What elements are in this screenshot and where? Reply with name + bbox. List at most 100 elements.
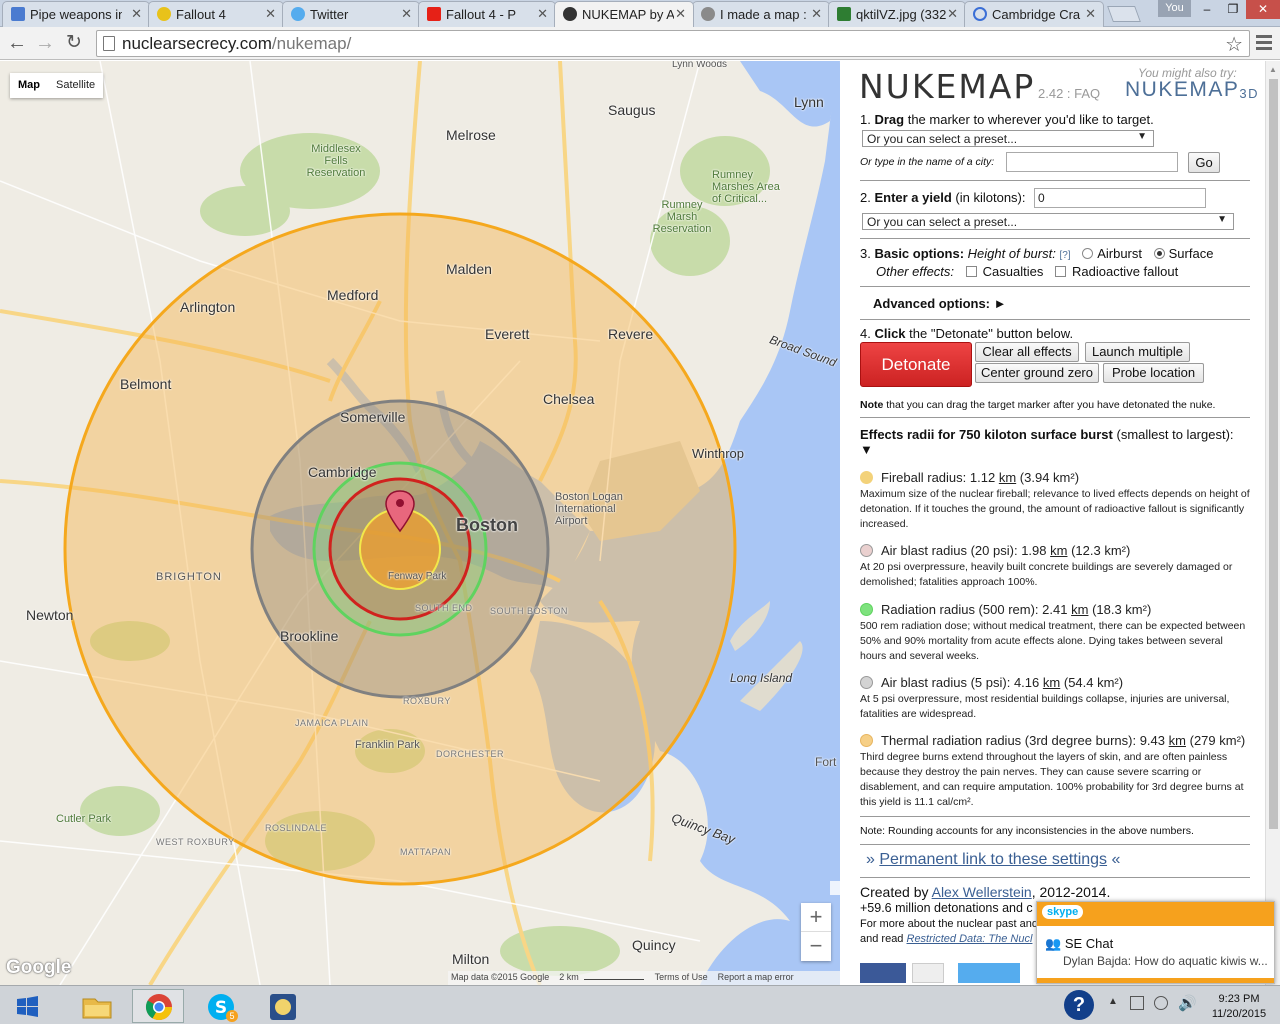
terms-link[interactable]: Terms of Use <box>655 972 708 982</box>
help-link[interactable]: [?] <box>1059 250 1070 261</box>
close-tab-icon[interactable]: ✕ <box>131 6 142 22</box>
address-bar[interactable]: nuclearsecrecy.com/nukemap/ ☆ <box>96 30 1250 57</box>
city-input[interactable] <box>1006 152 1178 172</box>
tab-nukemap[interactable]: NUKEMAP by A ✕ <box>554 1 694 27</box>
skype-header: skype <box>1037 902 1274 926</box>
start-button[interactable] <box>4 989 48 1023</box>
nukemap3d-link[interactable]: NUKEMAP3D <box>1125 78 1259 102</box>
street-view-icon[interactable] <box>830 881 840 895</box>
effect-airblast-5psi: Air blast radius (5 psi): 4.16 km (54.4 … <box>860 675 1230 720</box>
tab-image[interactable]: qktilVZ.jpg (332 ✕ <box>828 1 966 27</box>
close-tab-icon[interactable]: ✕ <box>1085 6 1096 22</box>
minimize-button[interactable]: – <box>1194 0 1220 19</box>
new-tab-button[interactable] <box>1107 6 1141 22</box>
zoom-out-button[interactable]: − <box>801 932 831 961</box>
map-label-brighton: BRIGHTON <box>156 571 222 583</box>
yield-input[interactable]: 0 <box>1034 188 1206 208</box>
map-label-milton: Milton <box>452 951 490 967</box>
map-label-middlesex: Middlesex Fells Reservation <box>306 143 366 179</box>
network-icon[interactable] <box>1130 996 1144 1010</box>
tab-twitter[interactable]: Twitter ✕ <box>282 1 420 27</box>
map-label-melrose: Melrose <box>446 127 496 143</box>
chrome-icon[interactable] <box>132 989 184 1023</box>
wiki-icon <box>11 7 25 21</box>
chrome-menu-icon[interactable] <box>1256 32 1272 52</box>
launch-multiple-button[interactable]: Launch multiple <box>1085 342 1190 362</box>
tray-expand-icon[interactable]: ▲ <box>1108 996 1118 1007</box>
tweet-button[interactable] <box>958 963 1020 983</box>
probe-location-button[interactable]: Probe location <box>1103 363 1204 383</box>
tab-pipe-weapons[interactable]: Pipe weapons in ✕ <box>2 1 150 27</box>
close-tab-icon[interactable]: ✕ <box>537 6 548 22</box>
maximize-button[interactable]: ❐ <box>1220 0 1246 19</box>
skype-notification[interactable]: skype 👥 SE Chat Dylan Bajda: How do aqua… <box>1036 901 1275 984</box>
airburst-radio[interactable] <box>1082 248 1094 259</box>
map-label-west-roxbury: WEST ROXBURY <box>156 837 235 847</box>
close-tab-icon[interactable]: ✕ <box>265 6 276 22</box>
map-label-south-end: SOUTH END <box>415 603 473 613</box>
page-scrollbar[interactable]: ▲ <box>1265 61 1280 985</box>
blog-link[interactable]: Restricted Data: The Nucl <box>907 933 1033 945</box>
bookmark-star-icon[interactable]: ☆ <box>1225 32 1243 57</box>
fallout-checkbox[interactable] <box>1055 266 1066 277</box>
skype-taskbar-icon[interactable]: S 5 <box>194 989 246 1023</box>
zoom-in-button[interactable]: + <box>801 903 831 932</box>
system-clock[interactable]: 9:23 PM 11/20/2015 <box>1200 992 1278 1022</box>
map-label-long-island: Long Island <box>730 671 793 685</box>
author-link[interactable]: Alex Wellerstein <box>932 884 1032 900</box>
image-icon <box>837 7 851 21</box>
tab-cambridge[interactable]: Cambridge Cra ✕ <box>964 1 1104 27</box>
map-canvas[interactable]: Melrose Saugus Lynn Lynn Woods Middlesex… <box>0 61 840 985</box>
surface-radio[interactable] <box>1153 248 1165 259</box>
scroll-up-icon[interactable]: ▲ <box>1269 65 1277 74</box>
profile-button[interactable]: You <box>1158 0 1191 17</box>
yield-preset-select[interactable]: Or you can select a preset... ▼ <box>862 213 1234 230</box>
casualties-checkbox[interactable] <box>965 266 977 277</box>
step4-heading: 4. Click the "Detonate" button below. <box>860 326 1074 341</box>
close-tab-icon[interactable]: ✕ <box>675 6 686 22</box>
google-logo: Google <box>6 957 72 978</box>
center-ground-zero-button[interactable]: Center ground zero <box>975 363 1099 383</box>
map-label-logan: Boston Logan International Airport <box>555 491 623 527</box>
go-button[interactable]: Go <box>1188 152 1220 173</box>
map-type-map-button[interactable]: Map <box>10 73 48 98</box>
file-explorer-icon[interactable] <box>70 989 122 1023</box>
volume-icon[interactable]: 🔊 <box>1178 994 1197 1012</box>
map-type-satellite-button[interactable]: Satellite <box>48 73 103 98</box>
tab-reddit[interactable]: I made a map : ✕ <box>692 1 830 27</box>
page-icon <box>103 36 115 51</box>
divider <box>860 877 1250 878</box>
close-tab-icon[interactable]: ✕ <box>947 6 958 22</box>
detonate-button[interactable]: Detonate <box>860 342 972 387</box>
help-icon[interactable]: ? <box>1064 990 1094 1020</box>
report-error-link[interactable]: Report a map error <box>718 972 794 982</box>
tab-youtube[interactable]: Fallout 4 - P ✕ <box>418 1 556 27</box>
other-effects-row: Other effects: Casualties Radioactive fa… <box>876 264 1179 279</box>
map-label-quincy: Quincy <box>632 937 676 953</box>
group-icon: 👥 <box>1045 936 1062 951</box>
target-preset-select[interactable]: Or you can select a preset... ▼ <box>862 130 1154 147</box>
scrollbar-thumb[interactable] <box>1269 79 1278 829</box>
clear-effects-button[interactable]: Clear all effects <box>975 342 1079 362</box>
action-center-icon[interactable] <box>1154 996 1168 1010</box>
close-window-button[interactable]: ✕ <box>1246 0 1280 19</box>
forward-icon[interactable]: → <box>34 31 56 55</box>
fallout-shelter-icon[interactable] <box>256 989 308 1023</box>
effects-toggle[interactable]: ▼ <box>860 442 873 457</box>
zoom-control: + − <box>801 903 831 961</box>
reload-icon[interactable]: ↻ <box>63 31 85 55</box>
map-label-dorchester: DORCHESTER <box>436 749 505 759</box>
close-tab-icon[interactable]: ✕ <box>401 6 412 22</box>
back-icon[interactable]: ← <box>6 31 28 55</box>
browser-toolbar: ← → ↻ nuclearsecrecy.com/nukemap/ ☆ <box>0 27 1280 60</box>
facebook-share-button[interactable] <box>860 963 906 983</box>
advanced-options-toggle[interactable]: Advanced options: ► <box>873 296 1007 311</box>
map-label-brookline: Brookline <box>280 628 339 644</box>
dropdown-arrow-icon: ▼ <box>1217 214 1227 225</box>
permalink-link[interactable]: Permanent link to these settings <box>879 851 1107 868</box>
tab-fallout4[interactable]: Fallout 4 ✕ <box>148 1 284 27</box>
close-tab-icon[interactable]: ✕ <box>811 6 822 22</box>
skype-footer-bar <box>1037 978 1274 983</box>
version-faq-link[interactable]: 2.42 : FAQ <box>1038 86 1100 101</box>
map-label-somerville: Somerville <box>340 409 406 425</box>
